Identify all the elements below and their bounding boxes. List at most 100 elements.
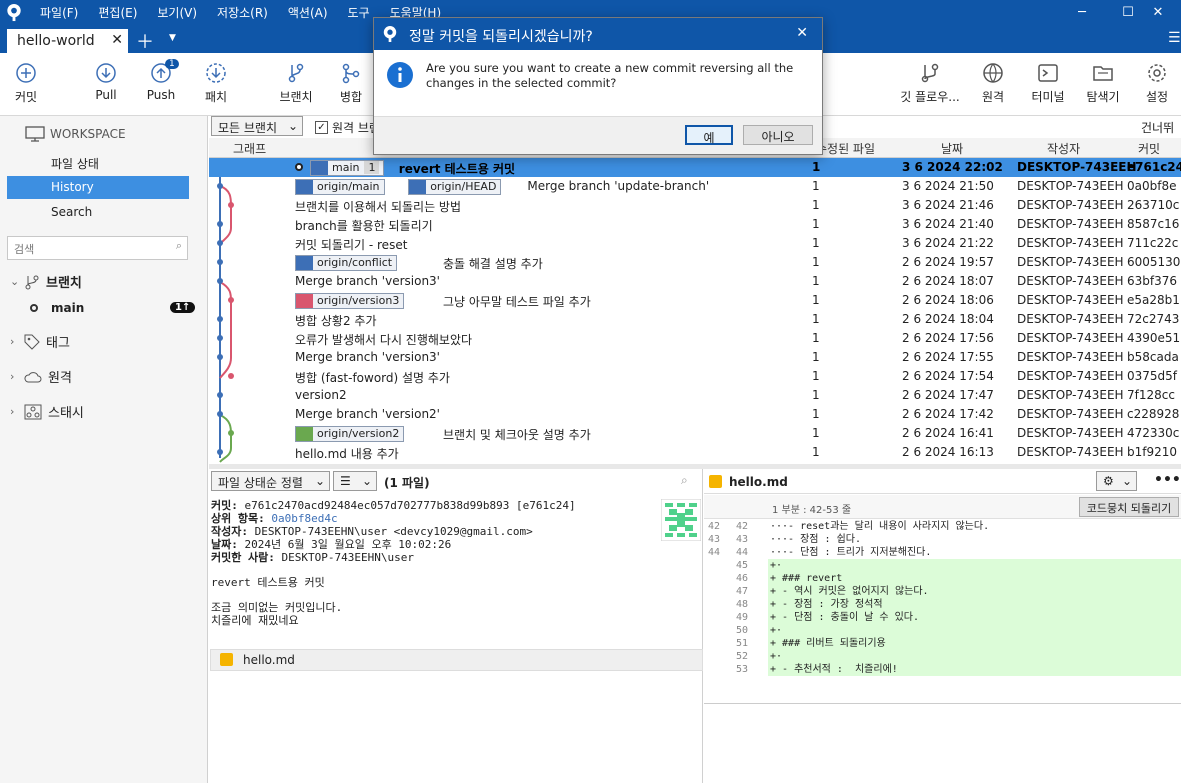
branch-icon [288,63,304,83]
menu-edit[interactable]: 편집(E) [98,4,137,21]
sidebar: WORKSPACE 파일 상태 History Search 검색 ⌕ ⌄ 브랜… [0,116,208,783]
commit-row[interactable]: hello.md 내용 추가 1 2 6 2024 16:13 DESKTOP-743… [209,443,1181,462]
settings-button[interactable]: 설정 [1142,62,1172,105]
commit-hash: e761c24 [1127,160,1181,174]
settings-label: 설정 [1145,90,1169,104]
branch-filter-select[interactable]: 모든 브랜치 ⌄ [211,116,303,136]
sidebar-item-history[interactable]: History [7,176,189,199]
menu-repository[interactable]: 저장소(R) [217,4,268,21]
menu-file[interactable]: 파일(F) [40,4,78,21]
sidebar-branch-main[interactable]: main [30,301,84,315]
branch-label-chip[interactable]: origin/conflict [295,255,398,271]
commit-button[interactable]: 커밋 [8,62,44,105]
commit-row[interactable]: Merge branch 'version3' 1 2 6 2024 18:07 DE… [209,272,1181,291]
commit-row[interactable]: 병합 상황2 추가 1 2 6 2024 18:04 DESKTOP-743EEH 72… [209,310,1181,329]
remote-button[interactable]: 원격 [978,62,1008,105]
branch-label-chip[interactable]: origin/main [295,179,385,195]
new-tab-icon[interactable]: ＋ [136,28,154,54]
branch-label-chip[interactable]: origin/version3 [295,293,405,309]
push-count-badge: 1 [165,59,179,69]
menu-actions[interactable]: 액션(A) [288,4,328,21]
commit-row[interactable]: Merge branch 'version3' 1 2 6 2024 17:55 DE… [209,348,1181,367]
changed-file-name: hello.md [243,653,295,667]
commit-hash: 711c22c [1127,236,1179,250]
commit-row[interactable]: version2 1 2 6 2024 17:47 DESKTOP-743EEH 7f1… [209,386,1181,405]
commit-file-count: 1 [812,312,820,326]
menu-view[interactable]: 보기(V) [157,4,197,21]
changed-file-row[interactable]: hello.md [210,649,703,671]
fetch-button[interactable]: 패치 [200,62,232,105]
head-marker-icon [295,163,303,171]
commit-row[interactable]: main 1 revert 테스트용 커밋 1 3 6 2024 22:02 DESKTO… [209,158,1181,177]
commit-row[interactable]: origin/version3 그냥 아무말 테스트 파일 추가 1 2 6 2024… [209,291,1181,310]
yes-button[interactable]: 예 [685,125,733,145]
dialog-close-icon[interactable]: ✕ [796,25,808,41]
branch-button[interactable]: 브랜치 [277,62,315,105]
file-sort-select[interactable]: 파일 상태순 정렬 ⌄ [211,471,330,491]
section-tags[interactable]: › 태그 [10,332,70,351]
commit-file-count: 1 [812,369,820,383]
commit-row[interactable]: Merge branch 'version2' 1 2 6 2024 17:42 DE… [209,405,1181,424]
col-changed-files[interactable]: 수정된 파일 [816,140,875,157]
more-options-icon[interactable]: ••• [1154,472,1181,488]
commit-row[interactable]: origin/main origin/HEAD Merge branch 'upda… [209,177,1181,196]
col-date[interactable]: 날짜 [941,140,963,157]
pull-button[interactable]: Pull [90,62,122,102]
sidebar-item-file-status[interactable]: 파일 상태 [7,151,189,174]
commit-row[interactable]: 커밋 되돌리기 - reset 1 3 6 2024 21:22 DESKTOP-74… [209,234,1181,253]
branch-label-chip[interactable]: origin/version2 [295,426,405,442]
close-tab-icon[interactable]: ✕ [111,32,123,48]
new-line-number: 44 [735,547,748,558]
merge-button[interactable]: 병합 [336,62,366,105]
discard-hunk-button[interactable]: 코드뭉치 되돌리기 [1079,497,1179,517]
list-view-select[interactable]: ☰ ⌄ [333,471,377,491]
date-value: 2024년 6월 3일 월요일 오후 10:02:26 [244,538,452,551]
branch-label-chip[interactable]: origin/HEAD [408,179,502,195]
diff-options-button[interactable]: ⚙ ⌄ [1096,471,1137,491]
old-line-number: 43 [707,534,720,545]
branch-label-chip[interactable]: main 1 [310,160,385,176]
commit-row[interactable]: origin/version2 브랜치 및 체크아웃 설명 추가 1 2 6 2024… [209,424,1181,443]
col-graph[interactable]: 그래프 [233,140,266,157]
commit-date: 2 6 2024 17:55 [902,350,994,364]
search-icon[interactable]: ⌕ [681,473,688,488]
section-branches[interactable]: ⌄ 브랜치 [10,272,82,291]
commit-details-pane: 파일 상태순 정렬 ⌄ ☰ ⌄ (1 파일) ⌕ 커밋: e761c2470ac… [209,469,703,783]
commit-row[interactable]: 브랜치를 이용해서 되돌리는 방법 1 3 6 2024 21:46 DESKTOP-… [209,196,1181,215]
commit-row[interactable]: branch를 활용한 되돌리기 1 3 6 2024 21:40 DESKTOP-7… [209,215,1181,234]
sidebar-search-input[interactable]: 검색 ⌕ [7,236,188,260]
no-button[interactable]: 아니오 [743,125,813,145]
new-line-number: 45 [735,560,748,571]
sidebar-item-search[interactable]: Search [7,201,189,224]
commit-file-count: 1 [812,255,820,269]
terminal-button[interactable]: 터미널 [1029,62,1067,105]
tab-dropdown-icon[interactable]: ▼ [169,33,176,43]
gitflow-button[interactable]: 깃 플로우... [897,62,963,105]
branch-icon [296,180,313,194]
commit-author: DESKTOP-743EEH [1017,445,1124,459]
section-remotes[interactable]: › 원격 [10,367,72,386]
file-count: (1 파일) [384,476,430,490]
pull-icon [96,63,116,83]
menu-tools[interactable]: 도구 [348,4,370,21]
minimize-icon[interactable]: ─ [1059,0,1105,25]
commit-hash: 263710c [1127,198,1180,212]
section-stashes[interactable]: › 스태시 [10,402,84,421]
commit-row[interactable]: 병합 (fast-foword) 설명 추가 1 2 6 2024 17:54 DES… [209,367,1181,386]
gear-icon [1148,64,1166,82]
close-window-icon[interactable]: ✕ [1135,0,1181,25]
col-commit[interactable]: 커밋 [1138,140,1160,157]
remote-label: 원격 [981,90,1005,104]
tab-hello-world[interactable]: hello-world ✕ [7,29,128,53]
commit-date: 2 6 2024 17:42 [902,407,994,421]
commit-row[interactable]: origin/conflict 충돌 해결 설명 추가 1 2 6 2024 19:5… [209,253,1181,272]
branches-label: 브랜치 [46,276,82,291]
explorer-button[interactable]: 탐색기 [1083,62,1123,105]
parent-link[interactable]: 0a0bf8ed4c [271,512,337,525]
commit-author: DESKTOP-743EEH [1017,407,1124,421]
diff-lines: 42 42 ···- reset과는 달리 내용이 사라지지 않는다. 43 43 ···… [704,520,1181,680]
hamburger-menu-icon[interactable]: ☰ [1168,30,1181,46]
commit-row[interactable]: 오류가 발생해서 다시 진행해보았다 1 2 6 2024 17:56 DESKTOP… [209,329,1181,348]
col-author[interactable]: 작성자 [1047,140,1080,157]
new-line-number: 43 [735,534,748,545]
